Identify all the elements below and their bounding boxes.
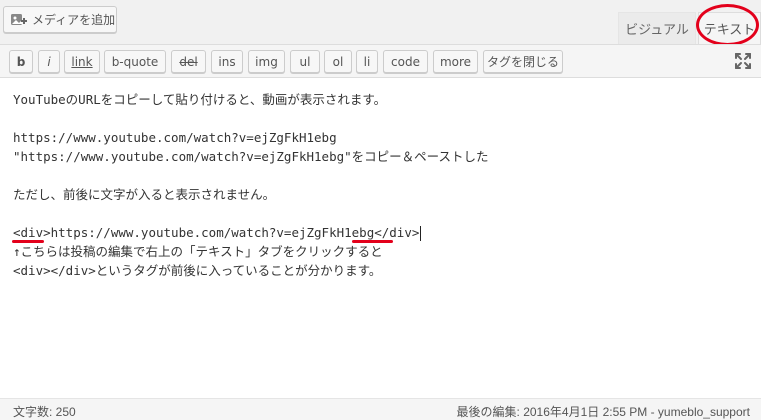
red-underline-annotation [352, 240, 393, 243]
editor-line: <div>https://www.youtube.com/watch?v=ejZ… [13, 225, 420, 240]
editor-line-with-caret: <div>https://www.youtube.com/watch?v=ejZ… [13, 223, 489, 242]
red-underline-annotation [12, 240, 44, 243]
del-button[interactable]: del [171, 50, 206, 73]
li-button[interactable]: li [356, 50, 378, 73]
bold-button[interactable]: b [9, 50, 33, 73]
img-button[interactable]: img [248, 50, 285, 73]
last-edited-info: 最後の編集: 2016年4月1日 2:55 PM - yumeblo_suppo… [456, 405, 750, 419]
code-button[interactable]: code [383, 50, 428, 73]
fullscreen-icon[interactable] [733, 51, 753, 71]
media-add-icon [10, 11, 28, 29]
status-bar: 文字数: 250 最後の編集: 2016年4月1日 2:55 PM - yume… [0, 398, 761, 420]
ul-button[interactable]: ul [290, 50, 320, 73]
editor-line: https://www.youtube.com/watch?v=ejZgFkH1… [13, 130, 337, 145]
ol-button[interactable]: ol [324, 50, 352, 73]
more-button[interactable]: more [433, 50, 478, 73]
link-button[interactable]: link [64, 50, 100, 73]
editor-line: <div></div>というタグが前後に入っていることが分かります。 [13, 263, 382, 278]
editor-screen: メディアを追加 ビジュアル テキスト b i link b-quote del … [0, 0, 761, 420]
ins-button[interactable]: ins [211, 50, 243, 73]
text-caret [420, 226, 422, 241]
word-count: 文字数: 250 [13, 405, 76, 419]
quicktags-toolbar: b i link b-quote del ins img ul ol li co… [0, 44, 761, 78]
editor-line: "https://www.youtube.com/watch?v=ejZgFkH… [13, 149, 489, 164]
editor-line: ↑こちらは投稿の編集で右上の「テキスト」タブをクリックすると [13, 244, 383, 259]
close-tags-button[interactable]: タグを閉じる [483, 50, 563, 73]
tab-text[interactable]: テキスト [698, 12, 761, 44]
editor-line: YouTubeのURLをコピーして貼り付けると、動画が表示されます。 [13, 92, 387, 107]
italic-button[interactable]: i [38, 50, 60, 73]
add-media-label: メディアを追加 [32, 13, 116, 27]
add-media-button[interactable]: メディアを追加 [3, 6, 117, 33]
tab-visual[interactable]: ビジュアル [618, 12, 696, 44]
editor-content[interactable]: YouTubeのURLをコピーして貼り付けると、動画が表示されます。 https… [13, 90, 489, 280]
editor-line: ただし、前後に文字が入ると表示されません。 [13, 187, 276, 202]
text-editor-area[interactable]: YouTubeのURLをコピーして貼り付けると、動画が表示されます。 https… [0, 78, 761, 398]
blockquote-button[interactable]: b-quote [104, 50, 166, 73]
